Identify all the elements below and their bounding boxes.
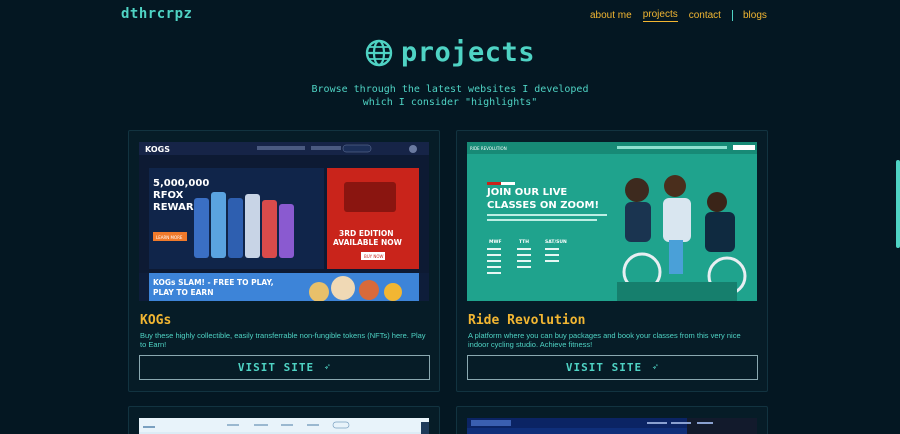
project-preview-3[interactable]	[139, 418, 429, 434]
globe-icon	[365, 39, 393, 66]
visit-site-label: VISIT SITE	[565, 361, 643, 374]
page-title: projects	[400, 37, 536, 68]
kogs-headline: 5,000,000	[153, 178, 209, 189]
top-nav: dthrcrpz about me projects contact blogs	[0, 0, 900, 30]
nav-link-about[interactable]: about me	[590, 10, 632, 21]
svg-text:AVAILABLE NOW: AVAILABLE NOW	[333, 238, 403, 247]
nav-link-blogs[interactable]: blogs	[743, 10, 767, 21]
svg-text:BUY NOW: BUY NOW	[364, 254, 384, 259]
svg-text:3RD EDITION: 3RD EDITION	[339, 229, 394, 238]
ride-revolution-screenshot: RIDE REVOLUTION JOIN OUR LIVE CLASSES ON…	[467, 142, 757, 301]
page-subtitle: Browse through the latest websites I dev…	[0, 83, 900, 109]
project-card-ride-revolution: RIDE REVOLUTION JOIN OUR LIVE CLASSES ON…	[456, 130, 768, 392]
page-header: projects	[0, 37, 900, 68]
project-4-screenshot	[467, 418, 757, 434]
project-card-4	[456, 406, 768, 434]
svg-text:JOIN OUR LIVE: JOIN OUR LIVE	[486, 187, 567, 198]
svg-text:PLAY TO EARN: PLAY TO EARN	[153, 288, 214, 297]
svg-text:TTH: TTH	[519, 239, 529, 245]
project-3-screenshot	[139, 418, 429, 434]
page-scrollbar[interactable]	[896, 160, 900, 248]
site-logo[interactable]: dthrcrpz	[121, 6, 192, 22]
project-title: Ride Revolution	[468, 313, 586, 328]
nav-divider	[731, 10, 733, 21]
visit-site-button[interactable]: VISIT SITE ➶	[467, 355, 758, 380]
svg-text:LEARN MORE: LEARN MORE	[156, 235, 183, 240]
subtitle-line: Browse through the latest websites I dev…	[311, 84, 589, 95]
svg-text:CLASSES ON ZOOM!: CLASSES ON ZOOM!	[487, 200, 599, 211]
project-preview-kogs[interactable]: KOGS 5,000,000 RFOX REWARDS LEARN MORE 3…	[139, 142, 429, 301]
svg-text:MWF: MWF	[489, 239, 502, 245]
project-preview-ride-revolution[interactable]: RIDE REVOLUTION JOIN OUR LIVE CLASSES ON…	[467, 142, 757, 301]
nav-menu: about me projects contact blogs	[590, 9, 778, 22]
visit-site-button[interactable]: VISIT SITE ➶	[139, 355, 430, 380]
project-card-kogs: KOGS 5,000,000 RFOX REWARDS LEARN MORE 3…	[128, 130, 440, 392]
project-preview-4[interactable]	[467, 418, 757, 434]
svg-text:KOGs SLAM! - FREE TO PLAY,: KOGs SLAM! - FREE TO PLAY,	[153, 278, 274, 287]
project-description: A platform where you can buy packages an…	[468, 331, 741, 349]
svg-text:RFOX: RFOX	[153, 190, 184, 201]
project-description: Buy these highly collectible, easily tra…	[140, 331, 426, 349]
rocket-icon: ➶	[652, 362, 660, 373]
subtitle-line: which I consider "highlights"	[362, 97, 538, 108]
svg-text:RIDE REVOLUTION: RIDE REVOLUTION	[470, 146, 507, 151]
rocket-icon: ➶	[324, 362, 332, 373]
nav-link-contact[interactable]: contact	[689, 10, 721, 21]
visit-site-label: VISIT SITE	[237, 361, 315, 374]
nav-link-projects[interactable]: projects	[642, 9, 678, 22]
kogs-screenshot: KOGS 5,000,000 RFOX REWARDS LEARN MORE 3…	[139, 142, 429, 301]
kogs-brand: KOGS	[145, 145, 170, 154]
project-card-3	[128, 406, 440, 434]
svg-text:SAT/SUN: SAT/SUN	[545, 239, 567, 245]
project-title: KOGs	[140, 313, 172, 328]
